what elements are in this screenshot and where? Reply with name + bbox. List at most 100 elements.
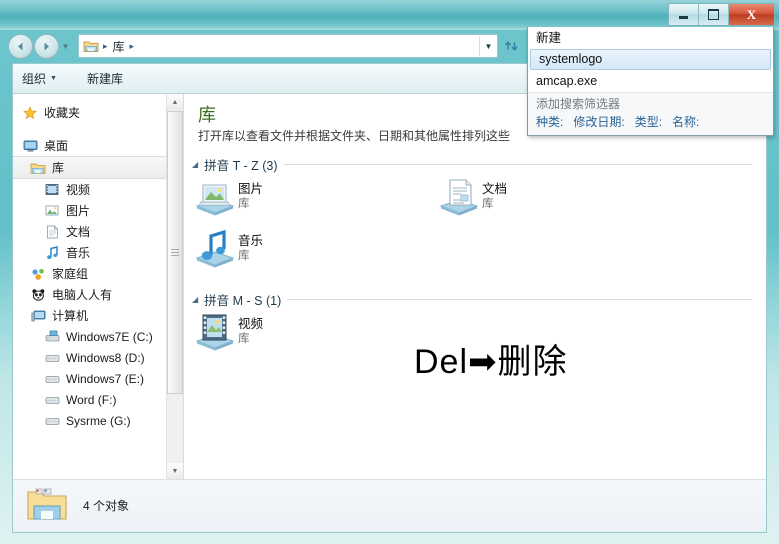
scroll-down-button[interactable]: ▼: [167, 463, 183, 479]
sidebar-label-pictures: 图片: [66, 204, 91, 218]
sidebar-label-computer: 计算机: [52, 309, 89, 323]
address-bar[interactable]: ▸ 库 ▸ ▼: [78, 34, 498, 58]
refresh-button[interactable]: [500, 34, 524, 58]
new-library-button[interactable]: 新建库: [78, 66, 132, 91]
scrollbar-thumb[interactable]: [167, 111, 183, 394]
filter-kind[interactable]: 种类:: [536, 113, 563, 131]
forward-button[interactable]: [34, 34, 59, 59]
sidebar-label-homegroup: 家庭组: [52, 267, 89, 281]
sidebar-item-favorites[interactable]: 收藏夹: [13, 102, 183, 123]
tile-name-music: 音乐: [238, 234, 264, 248]
sidebar-item-documents[interactable]: 文档: [13, 221, 183, 242]
tile-text: 文档 库: [482, 176, 507, 212]
minimize-button[interactable]: [669, 4, 699, 25]
filter-type[interactable]: 类型:: [635, 113, 662, 131]
sidebar-item-computer[interactable]: 计算机: [13, 305, 183, 326]
drive-icon: [43, 372, 61, 385]
sidebar-item-drive-d[interactable]: Windows8 (D:): [13, 347, 183, 368]
close-button[interactable]: X: [729, 4, 774, 25]
collapse-triangle-icon[interactable]: ◢: [192, 160, 198, 169]
search-suggestions-dropdown: 新建 systemlogo amcap.exe 添加搜索筛选器 种类: 修改日期…: [527, 27, 774, 136]
chevron-down-icon: ▼: [50, 75, 57, 82]
documents-icon: [43, 225, 61, 239]
sidebar-item-music[interactable]: 音乐: [13, 242, 183, 263]
organize-label: 组织: [22, 72, 47, 86]
collapse-triangle-icon[interactable]: ◢: [192, 295, 198, 304]
sidebar-item-drive-f[interactable]: Word (F:): [13, 389, 183, 410]
group-rule: [283, 164, 752, 165]
video-library-icon: [192, 311, 238, 355]
sidebar-label-drive-e: Windows7 (E:): [66, 371, 145, 386]
close-icon: X: [746, 6, 757, 22]
filter-name[interactable]: 名称:: [672, 113, 699, 131]
sidebar-label-drive-g: Sysrme (G:): [66, 413, 131, 428]
sidebar-label-desktop: 桌面: [44, 139, 69, 153]
search-filter-links: 种类: 修改日期: 类型: 名称:: [528, 113, 773, 131]
sidebar-label-drive-f: Word (F:): [66, 392, 117, 407]
sidebar-label-documents: 文档: [66, 225, 91, 239]
title-bar: X: [0, 0, 779, 30]
breadcrumb-separator-1[interactable]: ▸: [128, 41, 137, 52]
sidebar-label-favorites: 收藏夹: [44, 106, 81, 120]
status-bar: 4 个对象: [13, 479, 766, 531]
breadcrumb-item-library[interactable]: 库: [110, 38, 128, 55]
navigation-pane: 收藏夹 桌面 库 视频 图片 文档 音乐 家庭组 电脑人人有 计算机 Windo…: [13, 94, 183, 479]
tile-sub-videos: 库: [238, 333, 250, 345]
group-header-ms[interactable]: ◢ 拼音 M - S (1): [192, 290, 766, 309]
search-filter-title: 添加搜索筛选器: [536, 97, 621, 111]
sidebar-item-homegroup[interactable]: 家庭组: [13, 263, 183, 284]
sidebar-item-videos[interactable]: 视频: [13, 179, 183, 200]
star-icon: [21, 105, 39, 120]
tile-sub-pictures: 库: [238, 198, 250, 210]
sidebar-top-spacer: [13, 94, 183, 102]
tile-text: 图片 库: [238, 176, 263, 212]
sidebar-label-videos: 视频: [66, 183, 91, 197]
group-header-tz[interactable]: ◢ 拼音 T - Z (3): [192, 155, 766, 174]
organize-button[interactable]: 组织 ▼: [13, 66, 66, 91]
minimize-icon: [679, 16, 688, 19]
tile-grid-ms: 视频 库 Del➡删除: [184, 311, 766, 381]
tile-sub-music: 库: [238, 250, 250, 262]
status-text: 4 个对象: [83, 499, 130, 513]
drive-icon: [43, 393, 61, 406]
maximize-button[interactable]: [699, 4, 729, 25]
drive-icon: [43, 414, 61, 427]
tile-pictures[interactable]: 图片 库: [192, 176, 263, 220]
address-dropdown-button[interactable]: ▼: [479, 36, 497, 56]
music-icon: [43, 245, 61, 260]
tile-name-documents: 文档: [482, 182, 508, 196]
music-library-icon: [192, 228, 238, 272]
computer-icon: [29, 309, 47, 323]
sidebar-item-pictures[interactable]: 图片: [13, 200, 183, 221]
sidebar-item-drive-e[interactable]: Windows7 (E:): [13, 368, 183, 389]
sidebar-item-libraries[interactable]: 库: [13, 156, 183, 179]
tile-videos[interactable]: 视频 库: [192, 311, 263, 355]
recent-locations-button[interactable]: ▼: [60, 35, 71, 58]
maximize-icon: [708, 9, 719, 20]
sidebar-label-drive-d: Windows8 (D:): [66, 350, 145, 365]
sidebar-scrollbar[interactable]: ▲ ▼: [166, 94, 183, 479]
tile-name-videos: 视频: [238, 317, 264, 331]
tile-name-pictures: 图片: [238, 182, 264, 196]
group-label-tz: 拼音 T - Z (3): [204, 159, 278, 173]
sidebar-item-panda[interactable]: 电脑人人有: [13, 284, 183, 305]
search-suggestion-2[interactable]: amcap.exe: [528, 70, 773, 92]
tile-documents[interactable]: 文档 库: [436, 176, 507, 220]
search-suggestion-0[interactable]: 新建: [528, 27, 773, 49]
sidebar-item-desktop[interactable]: 桌面: [13, 135, 183, 156]
scroll-up-button[interactable]: ▲: [167, 94, 183, 110]
sidebar-label-drive-c: Windows7E (C:): [66, 329, 153, 344]
back-button[interactable]: [8, 34, 33, 59]
library-folder-icon: [83, 41, 99, 52]
refresh-icon: [505, 41, 518, 51]
filter-date-modified[interactable]: 修改日期:: [573, 113, 624, 131]
sidebar-item-drive-g[interactable]: Sysrme (G:): [13, 410, 183, 431]
tile-music[interactable]: 音乐 库: [192, 228, 263, 272]
explorer-window: X ▼ ▸ 库 ▸ ▼ 新建 systemlogo amcap.exe 添加搜索…: [0, 0, 779, 544]
tile-text: 视频 库: [238, 311, 263, 347]
tile-text: 音乐 库: [238, 228, 263, 264]
sidebar-item-drive-c[interactable]: Windows7E (C:): [13, 326, 183, 347]
sidebar-label-panda: 电脑人人有: [52, 288, 113, 302]
search-suggestion-1[interactable]: systemlogo: [530, 49, 771, 70]
